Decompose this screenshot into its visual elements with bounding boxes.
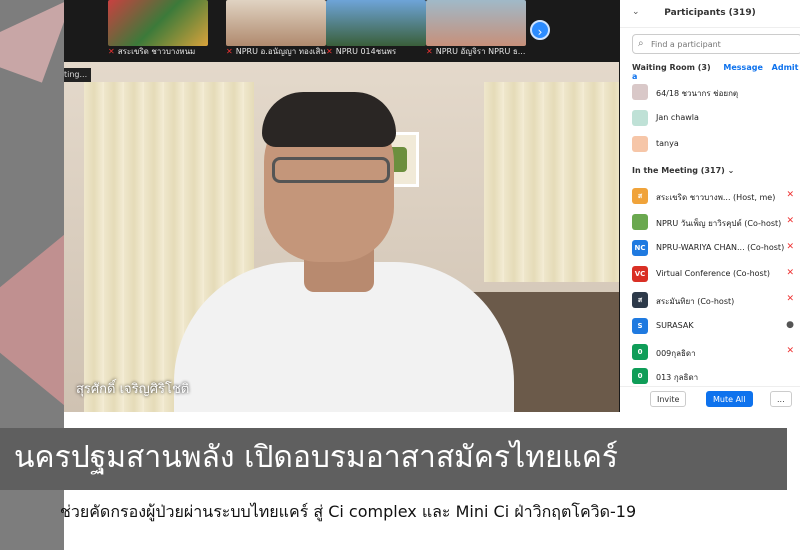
chevron-down-icon: ⌄ bbox=[727, 166, 735, 175]
invite-button[interactable]: Invite bbox=[650, 391, 687, 407]
video-thumbnail[interactable]: ✕ NPRU 014ชนพร bbox=[326, 0, 426, 60]
recording-tag: ting... bbox=[64, 68, 92, 82]
participant-row[interactable]: 0 013 กุลธิดา bbox=[632, 366, 800, 384]
speaker-glasses bbox=[272, 157, 390, 183]
participant-name: Jan chawla bbox=[656, 113, 699, 122]
video-off-icon[interactable]: ✕ bbox=[786, 268, 794, 278]
participant-name: NPRU วันเพ็ญ ยาวิรคุปต์ (Co-host) bbox=[656, 219, 782, 228]
search-input[interactable] bbox=[651, 37, 796, 51]
participant-row[interactable]: NPRU วันเพ็ญ ยาวิรคุปต์ (Co-host) ✕ bbox=[632, 212, 800, 234]
thumbnail-name: ✕ สระเขริด ชาวบางหนม bbox=[108, 47, 196, 56]
participant-row[interactable]: 64/18 ชวนากร ช่อยกตุ bbox=[632, 82, 800, 104]
decorative-shape bbox=[0, 230, 64, 410]
avatar: S bbox=[632, 318, 648, 334]
participant-name: SURASAK bbox=[656, 321, 694, 330]
avatar bbox=[632, 84, 648, 100]
waiting-room-header: Waiting Room (3) Message Admit a bbox=[632, 63, 800, 81]
avatar: VC bbox=[632, 266, 648, 282]
participant-name: 009กุลธิดา bbox=[656, 349, 696, 358]
mic-muted-icon: ✕ bbox=[426, 47, 433, 56]
participant-name: 64/18 ชวนากร ช่อยกตุ bbox=[656, 89, 739, 98]
avatar bbox=[632, 214, 648, 230]
avatar: 0 bbox=[632, 368, 648, 384]
thumbnail-video bbox=[108, 0, 208, 46]
participant-row[interactable]: Jan chawla bbox=[632, 108, 800, 130]
avatar: 0 bbox=[632, 344, 648, 360]
avatar bbox=[632, 136, 648, 152]
participant-row[interactable]: ส สระเขริด ชาวบางพ... (Host, me) ✕ bbox=[632, 186, 800, 208]
next-page-icon[interactable]: › bbox=[530, 20, 550, 40]
video-off-icon[interactable]: ✕ bbox=[786, 346, 794, 356]
more-button[interactable]: ... bbox=[770, 391, 792, 407]
participant-name: NPRU-WARIYA CHAN... (Co-host) bbox=[656, 243, 785, 252]
participant-row[interactable]: VC Virtual Conference (Co-host) ✕ bbox=[632, 264, 800, 286]
in-meeting-label: In the Meeting (317) bbox=[632, 166, 725, 175]
participant-name: สระมันทิยา (Co-host) bbox=[656, 297, 735, 306]
news-graphic: ✕ สระเขริด ชาวบางหนม ✕ NPRU อ.อนัญญา ทองเส… bbox=[0, 0, 800, 550]
subheadline: ช่วยคัดกรองผู้ป่วยผ่านระบบไทยแคร์ สู่ Ci… bbox=[60, 502, 637, 521]
panel-footer: Invite Mute All ... bbox=[620, 386, 800, 412]
in-meeting-header[interactable]: In the Meeting (317) ⌄ bbox=[632, 166, 800, 180]
participant-row[interactable]: tanya bbox=[632, 134, 800, 156]
thumbnail-video bbox=[326, 0, 426, 46]
waiting-room-label[interactable]: Waiting Room (3) bbox=[632, 63, 711, 72]
message-link[interactable]: Message bbox=[723, 63, 762, 72]
search-box[interactable]: ⌕ bbox=[632, 34, 800, 54]
speaker-name: สุรศักดิ์ เจริญศิริโชติ bbox=[76, 382, 190, 397]
video-thumbnail[interactable]: ✕ NPRU อัญจิรา NPRU ธ... bbox=[426, 0, 526, 60]
main-video: ting... สุรศักดิ์ เจริญศิริโชติ bbox=[64, 62, 619, 412]
search-icon: ⌕ bbox=[638, 38, 644, 49]
decorative-shape bbox=[0, 0, 64, 83]
participant-row[interactable]: 0 009กุลธิดา ✕ bbox=[632, 342, 800, 364]
participant-row[interactable]: NC NPRU-WARIYA CHAN... (Co-host) ✕ bbox=[632, 238, 800, 260]
speaker-hair bbox=[262, 92, 396, 147]
panel-header: ⌄ Participants (319) bbox=[620, 0, 800, 28]
participant-thumbnails: ✕ สระเขริด ชาวบางหนม ✕ NPRU อ.อนัญญา ทองเส… bbox=[64, 0, 619, 60]
mic-muted-icon: ✕ bbox=[326, 47, 333, 56]
avatar: ส bbox=[632, 188, 648, 204]
video-off-icon[interactable]: ✕ bbox=[786, 294, 794, 304]
headline: นครปฐมสานพลัง เปิดอบรมอาสาสมัครไทยแคร์ bbox=[14, 440, 619, 475]
mic-icon[interactable]: ● bbox=[786, 320, 794, 330]
mic-muted-icon: ✕ bbox=[108, 47, 115, 56]
thumbnail-video bbox=[226, 0, 326, 46]
panel-title: Participants (319) bbox=[664, 8, 756, 18]
thumbnail-name: ✕ NPRU อัญจิรา NPRU ธ... bbox=[426, 47, 526, 56]
participant-name: 013 กุลธิดา bbox=[656, 373, 699, 382]
video-off-icon[interactable]: ✕ bbox=[786, 216, 794, 226]
avatar: NC bbox=[632, 240, 648, 256]
thumbnail-name: ✕ NPRU อ.อนัญญา ทองเสินา bbox=[226, 47, 326, 56]
video-off-icon[interactable]: ✕ bbox=[786, 242, 794, 252]
video-thumbnail[interactable]: ✕ สระเขริด ชาวบางหนม bbox=[108, 0, 208, 60]
zoom-window: ✕ สระเขริด ชาวบางหนม ✕ NPRU อ.อนัญญา ทองเส… bbox=[64, 0, 800, 412]
participant-row[interactable]: ส สระมันทิยา (Co-host) ✕ bbox=[632, 290, 800, 312]
thumbnail-video bbox=[426, 0, 526, 46]
avatar bbox=[632, 110, 648, 126]
video-off-icon[interactable]: ✕ bbox=[786, 190, 794, 200]
video-thumbnail[interactable]: ✕ NPRU อ.อนัญญา ทองเสินา bbox=[226, 0, 326, 60]
participant-name: Virtual Conference (Co-host) bbox=[656, 269, 770, 278]
avatar: ส bbox=[632, 292, 648, 308]
participant-name: สระเขริด ชาวบางพ... (Host, me) bbox=[656, 193, 776, 202]
participant-row[interactable]: S SURASAK ● bbox=[632, 316, 800, 338]
thumbnail-name: ✕ NPRU 014ชนพร bbox=[326, 47, 397, 56]
mute-all-button[interactable]: Mute All bbox=[706, 391, 753, 407]
participants-panel: ⌄ Participants (319) ⌕ Waiting Room (3) … bbox=[620, 0, 800, 412]
participant-name: tanya bbox=[656, 139, 679, 148]
curtain bbox=[484, 82, 619, 282]
mic-muted-icon: ✕ bbox=[226, 47, 233, 56]
